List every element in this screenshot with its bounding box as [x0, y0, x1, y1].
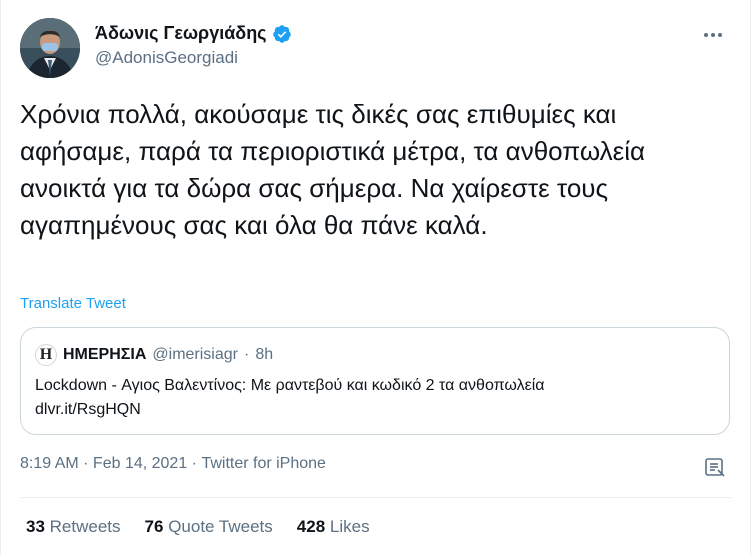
likes-count: 428 — [296, 517, 326, 536]
meta-separator: · — [78, 455, 93, 472]
quoted-tweet[interactable]: H ΗΜΕΡΗΣΙΑ @imerisiagr · 8h Lockdown - Α… — [20, 327, 730, 435]
avatar-photo — [20, 18, 80, 78]
quoted-separator: · — [243, 346, 250, 363]
tweet-time[interactable]: 8:19 AM — [20, 455, 79, 473]
quote-tweets-label: Quote Tweets — [168, 517, 273, 536]
more-button[interactable] — [698, 22, 728, 48]
retweets-count: 33 — [26, 517, 45, 536]
retweets-stat[interactable]: 33 Retweets — [26, 517, 121, 537]
tweet-source[interactable]: Twitter for iPhone — [201, 455, 326, 473]
avatar[interactable] — [20, 18, 80, 78]
author-handle[interactable]: @AdonisGeorgiadi — [95, 48, 292, 68]
quote-tweets-count: 76 — [144, 517, 164, 536]
quoted-tweet-text: Lockdown - Αγιος Βαλεντίνος: Με ραντεβού… — [35, 377, 545, 394]
tweet-metadata: 8:19 AM · Feb 14, 2021 · Twitter for iPh… — [20, 455, 326, 473]
likes-label: Likes — [329, 517, 370, 536]
tweet-card: Άδωνις Γεωργιάδης @AdonisGeorgiadi Χρόνι… — [0, 0, 751, 555]
retweets-label: Retweets — [49, 517, 121, 536]
tweet-header: Άδωνις Γεωργιάδης @AdonisGeorgiadi — [20, 18, 732, 82]
display-name-row: Άδωνις Γεωργιάδης — [95, 23, 292, 44]
likes-stat[interactable]: 428 Likes — [297, 517, 370, 537]
quoted-account-handle: @imerisiagr — [152, 346, 238, 363]
quoted-account-name: ΗΜΕΡΗΣΙΑ — [63, 346, 147, 363]
engagement-stats: 33 Retweets 76 Quote Tweets 428 Likes — [26, 517, 370, 537]
quoted-account-logo: H — [35, 344, 57, 366]
tweet-text: Χρόνια πολλά, ακούσαμε τις δικές σας επι… — [20, 99, 646, 240]
quoted-age: 8h — [255, 346, 274, 363]
quoted-tweet-header: H ΗΜΕΡΗΣΙΑ @imerisiagr · 8h — [35, 344, 273, 366]
translate-tweet-link[interactable]: Translate Tweet — [20, 295, 126, 312]
verified-badge-icon — [272, 24, 292, 44]
display-name[interactable]: Άδωνις Γεωργιάδης — [95, 23, 267, 44]
divider — [20, 497, 732, 498]
analytics-icon[interactable] — [704, 456, 726, 478]
meta-separator: · — [187, 455, 202, 472]
quoted-tweet-body: Lockdown - Αγιος Βαλεντίνος: Με ραντεβού… — [35, 374, 715, 422]
more-horizontal-icon — [704, 33, 722, 37]
author-info: Άδωνις Γεωργιάδης @AdonisGeorgiadi — [95, 23, 292, 68]
quote-tweets-stat[interactable]: 76 Quote Tweets — [145, 517, 273, 537]
tweet-date[interactable]: Feb 14, 2021 — [93, 455, 187, 473]
quoted-tweet-link[interactable]: dlvr.it/RsgHQN — [35, 398, 715, 422]
